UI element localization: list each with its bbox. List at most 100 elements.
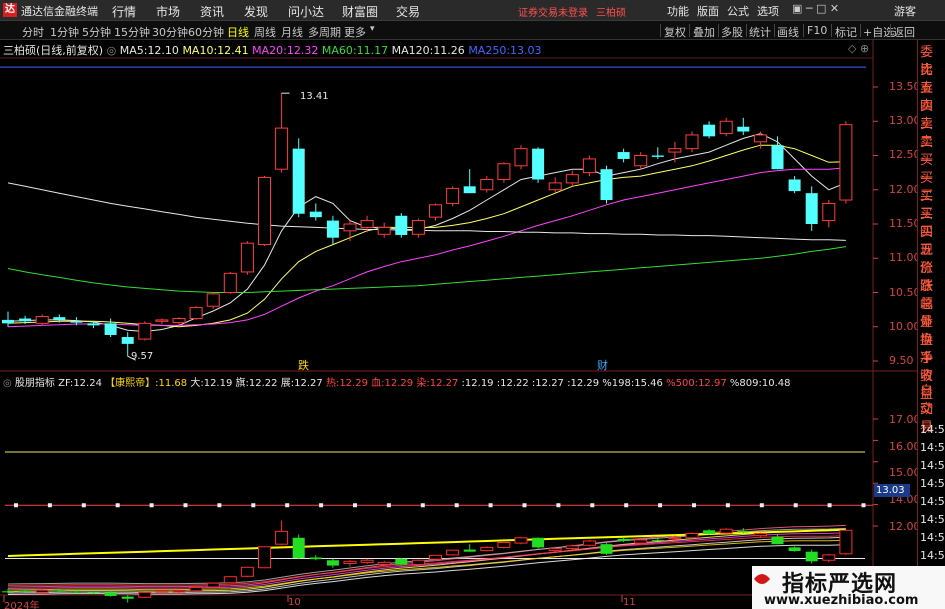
price-tick: 11.00 <box>889 251 921 264</box>
price-tick: 11.50 <box>889 217 921 230</box>
tool-duogu[interactable]: 多股 <box>721 24 743 40</box>
period-daily[interactable]: 日线 <box>227 24 249 40</box>
tool-diejia[interactable]: 叠加 <box>693 24 715 40</box>
xue-value: 12.29 <box>384 378 414 389</box>
event-marker-die[interactable]: 跌 <box>298 357 309 373</box>
sub-candle-body <box>839 529 853 555</box>
tool-f10[interactable]: F10 <box>807 24 827 37</box>
period-15min[interactable]: 15分钟 <box>114 24 150 40</box>
p500-dot <box>386 503 391 508</box>
price-tick: 9.50 <box>889 354 914 367</box>
menu-hangqing[interactable]: 行情 <box>112 3 136 20</box>
tool-divider <box>890 24 891 37</box>
period-toolbar: 分时 1分钟 5分钟 15分钟 30分钟 60分钟 日线 周线 月线 多周期 更… <box>0 21 945 40</box>
menu-caifuquan[interactable]: 财富圈 <box>342 3 378 20</box>
sub-candle-body <box>668 537 682 540</box>
sub-candle-body <box>753 532 767 537</box>
candle-body <box>582 158 596 174</box>
tool-fanhui[interactable]: 返回 <box>893 24 915 40</box>
sub-candle-body <box>309 557 322 560</box>
candle-body <box>617 152 630 159</box>
period-monthly[interactable]: 月线 <box>281 24 303 40</box>
ma10-label: MA10: <box>182 44 218 57</box>
sub-candle-body <box>121 596 134 599</box>
app-title: 通达信金融终端 <box>21 5 98 18</box>
sub-candle-body <box>548 547 562 552</box>
tool-tongji[interactable]: 统计 <box>749 24 771 40</box>
tool-fuquan[interactable]: 复权 <box>664 24 686 40</box>
sub-candle-body <box>223 576 237 584</box>
side-time: 14:56 <box>920 513 945 526</box>
p500-dot <box>624 503 629 508</box>
period-60min[interactable]: 60分钟 <box>188 24 224 40</box>
indicator-settings-icon[interactable]: ◎ <box>3 378 12 389</box>
watermark: 指标严选网 www.xuezhibiao.com <box>752 566 945 609</box>
kline-chart[interactable] <box>0 40 917 609</box>
menu-wenxiaoda[interactable]: 问小达 <box>288 3 324 20</box>
candle-body <box>2 319 14 324</box>
period-1min[interactable]: 1分钟 <box>50 24 79 40</box>
candle-body <box>395 215 408 235</box>
sub-candle-body <box>634 539 648 544</box>
p500-value: 12.97 <box>698 378 727 389</box>
chart-control-icons[interactable]: ◇ ⊕ <box>848 42 869 55</box>
tool-biaoji[interactable]: 标记 <box>835 24 857 40</box>
current-value-tag: 13.03 <box>874 484 910 497</box>
sub-candle-body <box>719 528 733 534</box>
sub-candle-body <box>172 590 186 593</box>
p500-dot <box>319 503 324 508</box>
ma60-label: MA60: <box>321 44 357 57</box>
candle-body <box>377 226 391 235</box>
period-multi[interactable]: 多周期 <box>308 24 341 40</box>
sub-candle-body <box>395 558 408 565</box>
candle-body <box>309 211 322 218</box>
event-marker-cai[interactable]: 财 <box>597 357 608 373</box>
p500-dot <box>81 503 86 508</box>
candle-body <box>138 322 152 340</box>
candle-body <box>480 178 494 191</box>
candle-body <box>703 124 716 137</box>
period-30min[interactable]: 30分钟 <box>152 24 188 40</box>
period-5min[interactable]: 5分钟 <box>82 24 111 40</box>
period-more[interactable]: 更多 <box>344 24 366 40</box>
p500-dot <box>217 503 222 508</box>
settings-icon[interactable]: ◎ <box>107 44 117 57</box>
p500-dot <box>692 503 696 508</box>
menu-xuanxiang[interactable]: 选项 <box>757 3 779 19</box>
menu-faxian[interactable]: 发现 <box>244 3 268 20</box>
sub-candle-body <box>19 590 32 592</box>
window-controls[interactable]: ▣ ─ □ ✕ <box>792 2 839 15</box>
sub-candle-body <box>651 539 664 541</box>
period-fenshi[interactable]: 分时 <box>22 24 44 40</box>
sub-candle-body <box>206 582 220 588</box>
kangxi-label: 【康熙帝】 <box>105 378 156 389</box>
guest-label[interactable]: 游客 <box>894 3 916 19</box>
sub-candle-body <box>155 590 169 593</box>
menu-gongshi[interactable]: 公式 <box>727 3 749 19</box>
tool-divider <box>746 24 747 37</box>
p500-dot <box>793 503 798 508</box>
sub-candle-body <box>463 549 476 552</box>
tool-huaxian[interactable]: 画线 <box>777 24 799 40</box>
candle-body <box>429 204 442 218</box>
more-chevron-icon[interactable]: ▾ <box>370 24 375 34</box>
tool-divider <box>774 24 775 37</box>
menu-shichang[interactable]: 市场 <box>156 3 180 20</box>
sub-candle-body <box>35 589 49 593</box>
menu-zixun[interactable]: 资讯 <box>200 3 224 20</box>
menu-gongneng[interactable]: 功能 <box>667 3 689 19</box>
candle-body <box>70 321 83 323</box>
p500-dot <box>251 503 256 508</box>
candle-body <box>206 293 220 307</box>
candle-body <box>771 145 784 170</box>
re-label: 热: <box>325 378 340 389</box>
ma20-value: 12.32 <box>286 44 319 57</box>
menu-banmian[interactable]: 版面 <box>697 3 719 19</box>
login-status[interactable]: 证券交易未登录 <box>518 4 588 19</box>
date-tick: 10 <box>288 597 301 608</box>
period-weekly[interactable]: 周线 <box>254 24 276 40</box>
candle-body <box>19 318 32 322</box>
menu-jiaoyi[interactable]: 交易 <box>396 3 420 20</box>
ma10-value: 12.41 <box>217 44 249 57</box>
extra-value: :12.29 <box>567 378 600 389</box>
